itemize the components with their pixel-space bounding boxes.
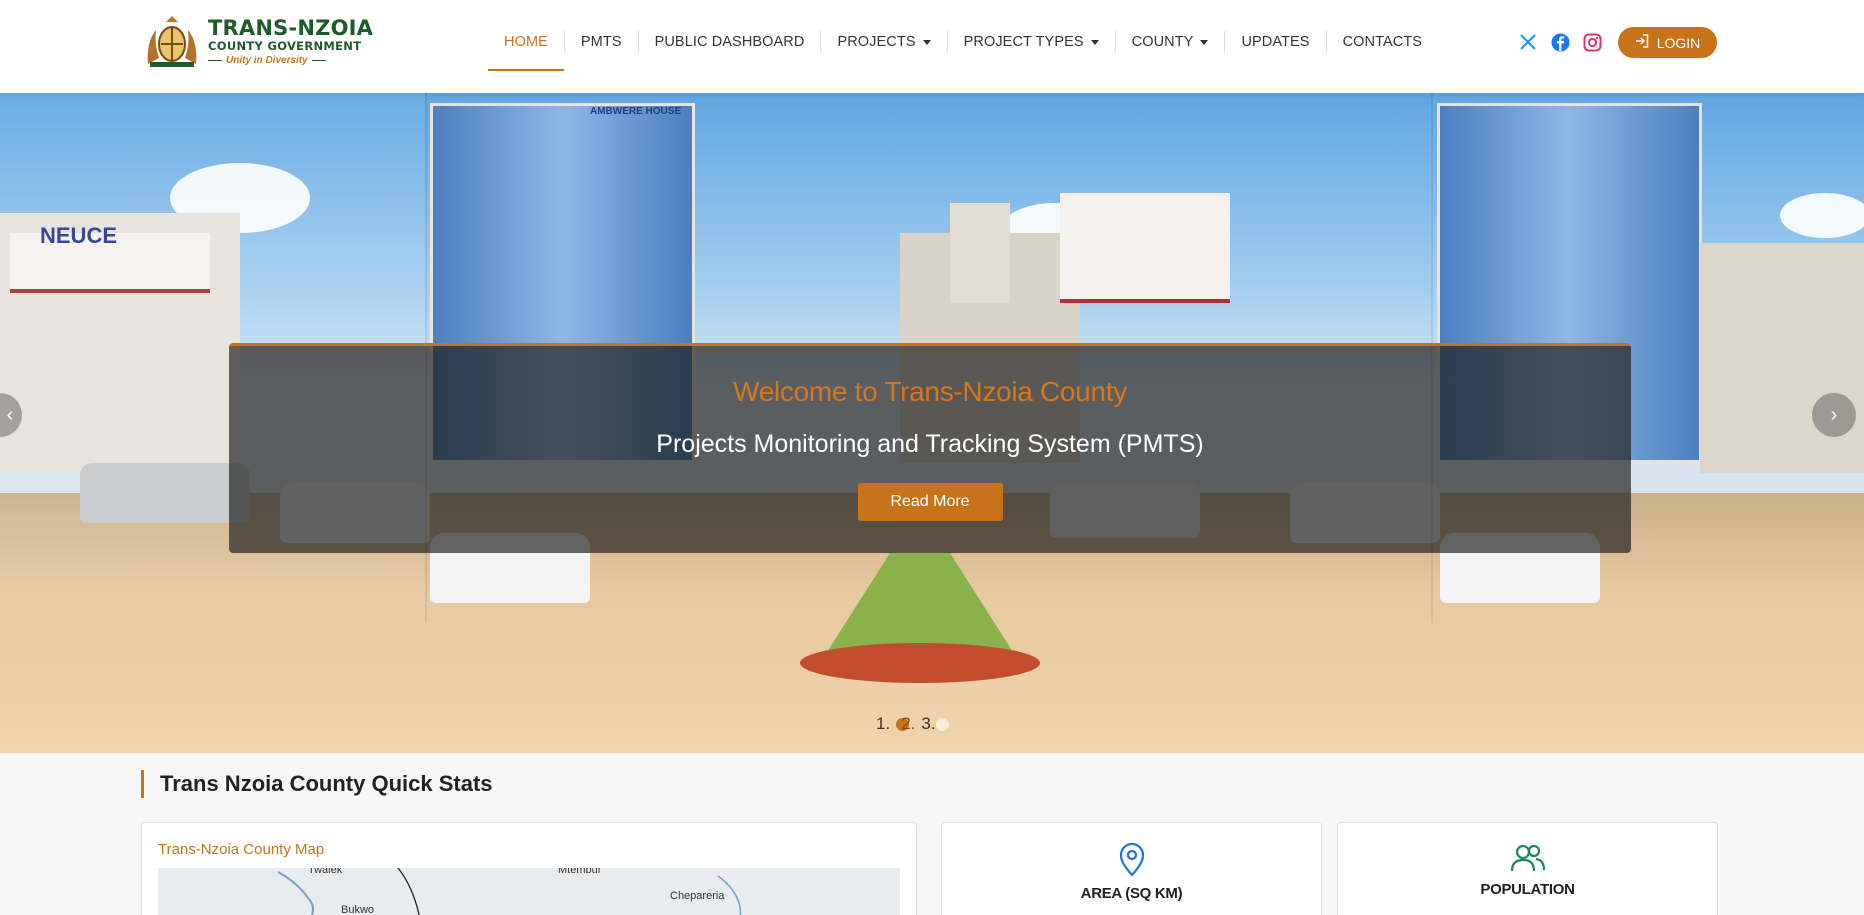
nav-contacts[interactable]: CONTACTS — [1325, 31, 1438, 53]
map-place-label: Chepareria — [670, 890, 725, 902]
map-place-label: Mtembur — [558, 868, 602, 876]
caret-down-icon — [922, 39, 931, 45]
nav-county-dropdown[interactable]: COUNTY — [1114, 31, 1225, 53]
chevron-right-icon: › — [1830, 403, 1838, 426]
area-stat-card: AREA (SQ KM) — [941, 822, 1322, 915]
login-label: LOGIN — [1656, 34, 1701, 51]
read-more-button[interactable]: Read More — [857, 483, 1003, 521]
nav-projects-dropdown[interactable]: PROJECTS — [820, 31, 946, 53]
nav-public-dashboard[interactable]: PUBLIC DASHBOARD — [637, 31, 821, 53]
brand-subtitle: COUNTY GOVERNMENT — [208, 39, 362, 54]
median-base — [800, 643, 1040, 683]
map-card-title: Trans-Nzoia County Map — [158, 841, 325, 858]
nav-updates-label: UPDATES — [1241, 34, 1310, 50]
carousel-indicators: 1. 2. 3. — [876, 714, 949, 734]
carousel-next-button[interactable]: › — [1812, 393, 1856, 437]
map-pin-icon — [942, 843, 1321, 877]
indicator-label: 1. — [876, 714, 891, 733]
nav-updates[interactable]: UPDATES — [1224, 31, 1325, 53]
caret-down-icon — [1090, 39, 1099, 45]
nav-pmts[interactable]: PMTS — [563, 31, 638, 53]
carousel-indicator[interactable]: 1. — [876, 714, 890, 734]
hero-title: Welcome to Trans-Nzoia County — [733, 376, 1127, 407]
building-shape — [950, 203, 1010, 303]
users-icon — [1338, 843, 1717, 873]
nav-county-label: COUNTY — [1131, 34, 1194, 50]
nav-home-label: HOME — [504, 34, 548, 50]
hero-caption: Welcome to Trans-Nzoia County Projects M… — [229, 343, 1631, 553]
brand-name: TRANS-NZOIA — [208, 16, 374, 41]
building-sign: AMBWERE HOUSE — [590, 106, 682, 117]
indicator-dot — [935, 717, 949, 731]
carousel-indicator-active[interactable]: 2. — [896, 714, 915, 734]
hero-carousel: NEUCE AMBWERE HOUSE Welcome to Trans-Nzo… — [0, 93, 1864, 753]
building-shape — [1700, 243, 1864, 473]
hero-subtitle: Projects Monitoring and Tracking System … — [656, 430, 1204, 458]
x-icon[interactable] — [1517, 31, 1539, 53]
indicator-label: 2. — [901, 714, 916, 733]
county-map[interactable]: Twalek Mtembur Chepareria Bukwo — [158, 868, 900, 915]
main-nav: HOME PMTS PUBLIC DASHBOARD PROJECTS PROJ… — [488, 0, 1438, 84]
brand-logo[interactable]: TRANS-NZOIA COUNTY GOVERNMENT Unity in D… — [142, 14, 373, 70]
instagram-icon[interactable] — [1581, 31, 1603, 53]
login-button[interactable]: LOGIN — [1618, 27, 1717, 58]
chevron-left-icon: ‹ — [6, 403, 14, 426]
map-place-label: Bukwo — [341, 904, 375, 915]
area-stat-label: AREA (SQ KM) — [1080, 885, 1183, 902]
nav-project-types-label: PROJECT TYPES — [963, 34, 1084, 50]
nav-project-types-dropdown[interactable]: PROJECT TYPES — [946, 31, 1115, 53]
nav-contacts-label: CONTACTS — [1342, 34, 1423, 50]
caret-down-icon — [1200, 39, 1209, 45]
building-shape — [1060, 193, 1230, 303]
county-map-card: Trans-Nzoia County Map Twalek Mtembur Ch… — [141, 822, 917, 915]
cloud-shape — [1780, 193, 1864, 238]
login-icon — [1635, 34, 1649, 51]
nav-pmts-label: PMTS — [580, 34, 622, 50]
facebook-icon[interactable] — [1549, 31, 1571, 53]
top-navbar: TRANS-NZOIA COUNTY GOVERNMENT Unity in D… — [0, 0, 1864, 93]
map-place-label: Twalek — [308, 868, 343, 876]
indicator-label: 3. — [921, 714, 936, 733]
social-links — [1517, 31, 1603, 53]
population-stat-card: POPULATION — [1337, 822, 1718, 915]
carousel-indicator[interactable]: 3. — [921, 714, 949, 734]
nav-public-dashboard-label: PUBLIC DASHBOARD — [654, 34, 805, 50]
quick-stats-heading: Trans Nzoia County Quick Stats — [141, 770, 493, 798]
county-crest-icon — [142, 14, 202, 70]
brand-motto: Unity in Diversity — [208, 55, 373, 66]
nav-home[interactable]: HOME — [488, 31, 564, 71]
map-boundary-lines — [277, 868, 742, 915]
population-stat-label: POPULATION — [1480, 881, 1575, 898]
nav-projects-label: PROJECTS — [837, 34, 916, 50]
